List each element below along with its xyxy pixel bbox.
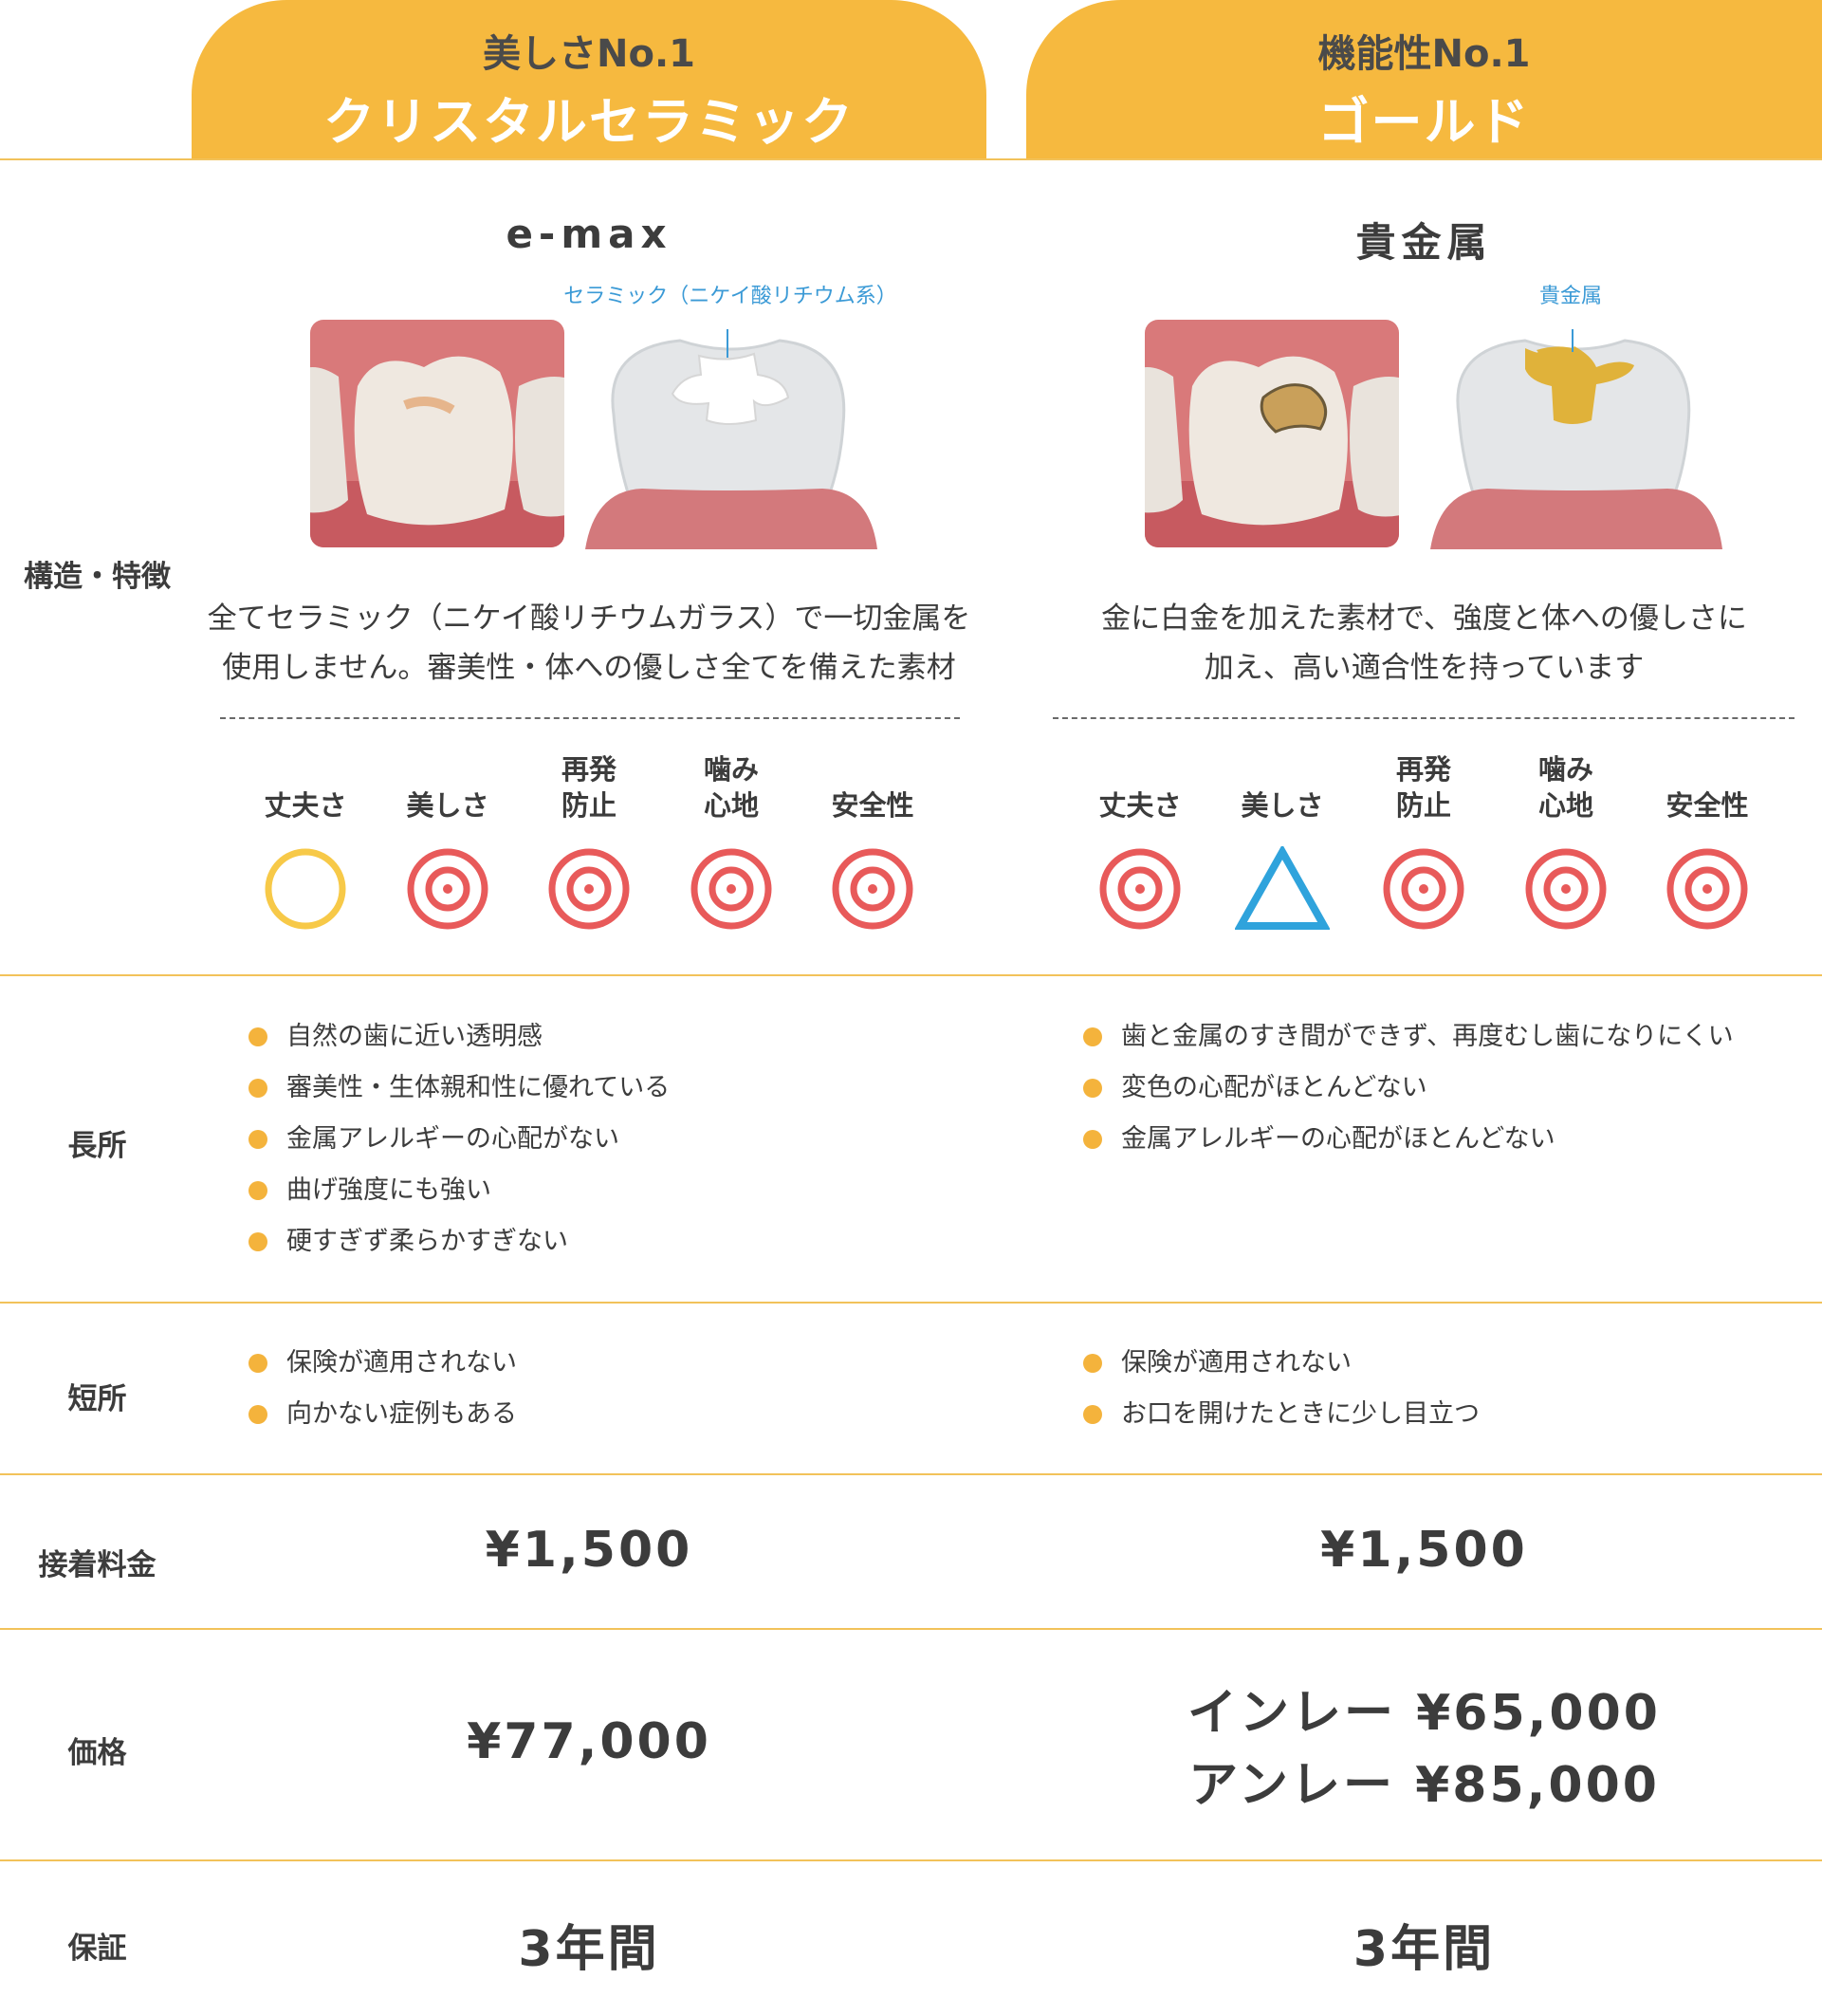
list-item: 歯と金属のすき間ができず、再度むし歯になりにくい bbox=[1083, 1011, 1734, 1063]
rating-label: 再発 防止 bbox=[1395, 753, 1451, 822]
double-circle-icon bbox=[1069, 837, 1211, 941]
demerits-list: 保険が適用されない お口を開けたときに少し目立つ bbox=[1083, 1338, 1480, 1440]
rating-bite-comfort: 噛み 心地 bbox=[660, 751, 802, 941]
bonding-fee-value: ¥1,500 bbox=[1320, 1522, 1528, 1579]
circle-icon bbox=[234, 837, 377, 941]
description-line: 金に白金を加えた素材で、強度と体への優しさに bbox=[1101, 601, 1747, 636]
list-item: 向かない症例もある bbox=[248, 1389, 517, 1440]
rating-label: 丈夫さ bbox=[1098, 789, 1182, 822]
double-circle-icon bbox=[518, 837, 660, 941]
row-label-merits: 長所 bbox=[67, 1129, 127, 1163]
tab-ceramic-title: クリスタルセラミック bbox=[323, 92, 855, 152]
rating-safety: 安全性 bbox=[1636, 751, 1778, 941]
tab-gold-title: ゴールド bbox=[1317, 92, 1531, 152]
price-value: インレー ¥65,000 アンレー ¥85,000 bbox=[1026, 1677, 1822, 1822]
list-item: 審美性・生体親和性に優れている bbox=[248, 1063, 670, 1114]
tab-ceramic: 美しさNo.1 クリスタルセラミック bbox=[192, 0, 986, 159]
list-item: 硬すぎず柔らかすぎない bbox=[248, 1216, 670, 1267]
rating-durability: 丈夫さ bbox=[234, 751, 377, 941]
row-label-structure: 構造・特徴 bbox=[24, 560, 171, 594]
tab-gold-subtitle: 機能性No.1 bbox=[1317, 32, 1531, 76]
row-label-price: 価格 bbox=[67, 1736, 127, 1770]
callout-label: 貴金属 bbox=[1538, 285, 1602, 308]
tooth-photo bbox=[310, 320, 564, 547]
rating-beauty: 美しさ bbox=[377, 751, 519, 941]
rating-recurrence-prevention: 再発 防止 bbox=[1353, 751, 1495, 941]
triangle-icon bbox=[1211, 837, 1353, 941]
rating-label: 安全性 bbox=[831, 789, 914, 822]
description: 金に白金を加えた素材で、強度と体への優しさに 加え、高い適合性を持っています bbox=[1026, 594, 1822, 693]
demerits-list: 保険が適用されない 向かない症例もある bbox=[248, 1338, 517, 1440]
rating-safety: 安全性 bbox=[801, 751, 944, 941]
price-line: アンレー ¥85,000 bbox=[1188, 1757, 1660, 1814]
divider bbox=[0, 158, 1822, 160]
merits-list: 自然の歯に近い透明感 審美性・生体親和性に優れている 金属アレルギーの心配がない… bbox=[248, 1011, 670, 1267]
row-label-demerits: 短所 bbox=[67, 1382, 127, 1416]
divider bbox=[0, 1859, 1822, 1861]
double-circle-icon bbox=[1495, 837, 1637, 941]
list-item: 曲げ強度にも強い bbox=[248, 1165, 670, 1216]
merits-list: 歯と金属のすき間ができず、再度むし歯になりにくい 変色の心配がほとんどない 金属… bbox=[1083, 1011, 1734, 1165]
list-item: 保険が適用されない bbox=[1083, 1338, 1480, 1389]
price-value: ¥77,000 bbox=[467, 1713, 711, 1770]
divider bbox=[0, 1473, 1822, 1475]
list-item: 金属アレルギーの心配がない bbox=[248, 1114, 670, 1165]
tooth-diagram bbox=[585, 329, 877, 549]
dashed-separator bbox=[220, 717, 960, 719]
list-item: お口を開けたときに少し目立つ bbox=[1083, 1389, 1480, 1440]
rating-label: 丈夫さ bbox=[264, 789, 347, 822]
double-circle-icon bbox=[660, 837, 802, 941]
rating-bite-comfort: 噛み 心地 bbox=[1495, 751, 1637, 941]
rating-durability: 丈夫さ bbox=[1069, 751, 1211, 941]
double-circle-icon bbox=[1636, 837, 1778, 941]
description-line: 加え、高い適合性を持っています bbox=[1204, 651, 1645, 685]
list-item: 保険が適用されない bbox=[248, 1338, 517, 1389]
double-circle-icon bbox=[801, 837, 944, 941]
rating-label: 噛み 心地 bbox=[1537, 753, 1593, 822]
divider bbox=[0, 974, 1822, 976]
warranty-value: 3年間 bbox=[518, 1921, 660, 1978]
rating-label: 美しさ bbox=[406, 789, 489, 822]
material-name: 貴金属 bbox=[1355, 219, 1493, 266]
rating-label: 美しさ bbox=[1241, 789, 1324, 822]
description: 全てセラミック（ニケイ酸リチウムガラス）で一切金属を 使用しません。審美性・体へ… bbox=[192, 594, 986, 693]
list-item: 金属アレルギーの心配がほとんどない bbox=[1083, 1114, 1734, 1165]
row-label-warranty: 保証 bbox=[67, 1932, 127, 1966]
dashed-separator bbox=[1053, 717, 1794, 719]
description-line: 使用しません。審美性・体への優しさ全てを備えた素材 bbox=[222, 651, 956, 685]
description-line: 全てセラミック（ニケイ酸リチウムガラス）で一切金属を bbox=[207, 601, 971, 636]
warranty-value: 3年間 bbox=[1353, 1921, 1496, 1978]
rating-label: 再発 防止 bbox=[561, 753, 617, 822]
rating-label: 噛み 心地 bbox=[703, 753, 759, 822]
row-label-bonding-fee: 接着料金 bbox=[38, 1548, 156, 1582]
tooth-photo bbox=[1145, 320, 1399, 547]
material-name: e-max bbox=[506, 211, 672, 257]
rating-label: 安全性 bbox=[1666, 789, 1749, 822]
tab-gold: 機能性No.1 ゴールド bbox=[1026, 0, 1822, 159]
list-item: 自然の歯に近い透明感 bbox=[248, 1011, 670, 1063]
double-circle-icon bbox=[377, 837, 519, 941]
double-circle-icon bbox=[1353, 837, 1495, 941]
callout-label: セラミック（ニケイ酸リチウム系） bbox=[563, 285, 897, 308]
tooth-diagram bbox=[1430, 329, 1722, 549]
list-item: 変色の心配がほとんどない bbox=[1083, 1063, 1734, 1114]
tab-ceramic-subtitle: 美しさNo.1 bbox=[483, 32, 695, 76]
rating-beauty: 美しさ bbox=[1211, 751, 1353, 941]
bonding-fee-value: ¥1,500 bbox=[485, 1522, 693, 1579]
rating-recurrence-prevention: 再発 防止 bbox=[518, 751, 660, 941]
divider bbox=[0, 1302, 1822, 1304]
price-line: インレー ¥65,000 bbox=[1187, 1685, 1661, 1742]
divider bbox=[0, 1628, 1822, 1630]
